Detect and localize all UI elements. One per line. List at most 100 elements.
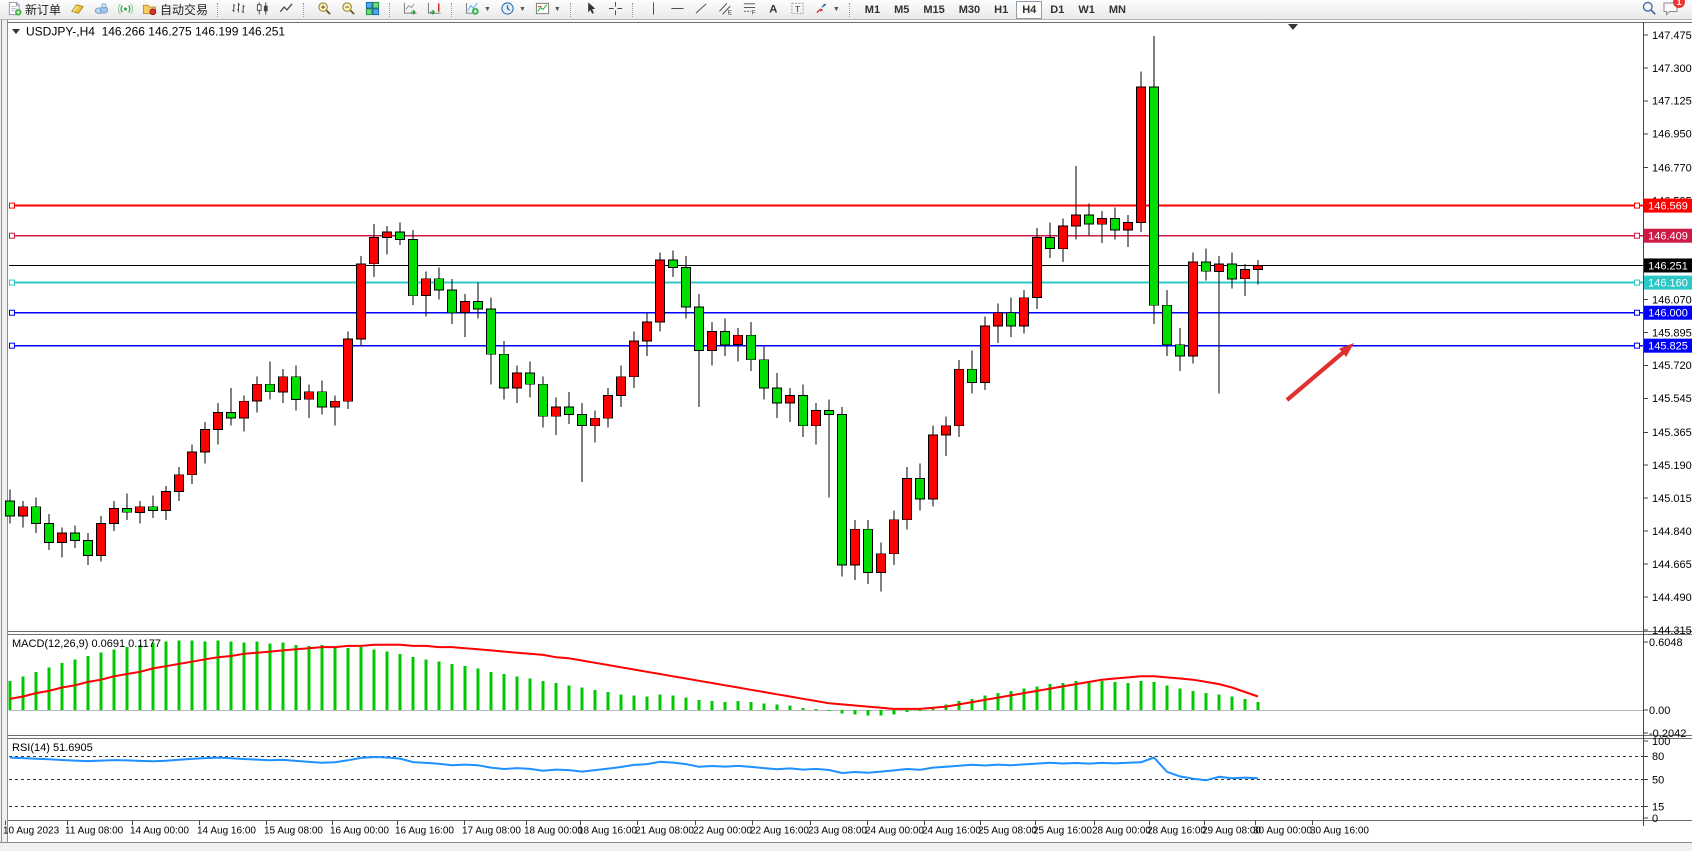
timeframe-button-w1[interactable]: W1 xyxy=(1072,1,1101,19)
templates-icon xyxy=(535,1,550,19)
autotrading-button[interactable]: 自动交易 xyxy=(138,0,212,20)
timeframe-toolbar: M1M5M15M30H1H4D1W1MN xyxy=(859,1,1132,19)
timeframe-button-h1[interactable]: H1 xyxy=(988,1,1014,19)
metaeditor-button[interactable] xyxy=(66,0,89,20)
text-tool-button[interactable]: A xyxy=(762,0,785,20)
chart-header[interactable]: USDJPY-,H4 146.266 146.275 146.199 146.2… xyxy=(12,25,285,39)
svg-text:14 Aug 16:00: 14 Aug 16:00 xyxy=(197,826,256,837)
chart-shift-button[interactable] xyxy=(423,0,446,20)
svg-text:144.840: 144.840 xyxy=(1652,526,1692,538)
svg-text:25 Aug 08:00: 25 Aug 08:00 xyxy=(978,826,1037,837)
svg-text:17 Aug 08:00: 17 Aug 08:00 xyxy=(462,826,521,837)
svg-text:A: A xyxy=(769,3,777,15)
svg-text:145.895: 145.895 xyxy=(1652,327,1692,339)
notifications-button[interactable]: 1 xyxy=(1662,0,1679,19)
timeframe-button-h4[interactable]: H4 xyxy=(1016,1,1042,19)
cursor-icon xyxy=(584,1,599,19)
new-order-label: 新订单 xyxy=(25,1,61,18)
mql5-community-button[interactable] xyxy=(90,0,113,20)
zoom-out-button[interactable] xyxy=(337,0,360,20)
svg-text:28 Aug 00:00: 28 Aug 00:00 xyxy=(1092,826,1151,837)
svg-text:146.569: 146.569 xyxy=(1648,200,1688,212)
svg-text:E: E xyxy=(728,9,732,15)
vertical-line-icon xyxy=(646,1,661,19)
notification-badge: 1 xyxy=(1673,0,1685,8)
new-order-button[interactable]: 新订单 xyxy=(3,0,65,20)
svg-text:0.6048: 0.6048 xyxy=(1649,637,1683,649)
svg-text:145.190: 145.190 xyxy=(1652,460,1692,472)
svg-text:145.825: 145.825 xyxy=(1648,341,1688,353)
svg-text:100: 100 xyxy=(1652,736,1670,748)
tile-windows-icon xyxy=(365,1,380,19)
svg-text:146.251: 146.251 xyxy=(1648,260,1688,272)
indicators-icon xyxy=(465,1,480,19)
vertical-line-tool-button[interactable] xyxy=(642,0,665,20)
trendline-tool-button[interactable] xyxy=(690,0,713,20)
svg-text:22 Aug 16:00: 22 Aug 16:00 xyxy=(750,826,809,837)
svg-text:145.545: 145.545 xyxy=(1652,393,1692,405)
svg-text:21 Aug 08:00: 21 Aug 08:00 xyxy=(635,826,694,837)
horizontal-line-icon xyxy=(670,1,685,19)
bar-chart-button[interactable] xyxy=(227,0,250,20)
chart-shift-icon xyxy=(427,1,442,19)
svg-text:146.409: 146.409 xyxy=(1648,231,1688,243)
signal-waves-icon xyxy=(118,1,133,19)
svg-text:23 Aug 08:00: 23 Aug 08:00 xyxy=(808,826,867,837)
toolbar-separator xyxy=(451,3,456,17)
svg-text:10 Aug 2023: 10 Aug 2023 xyxy=(3,826,60,837)
horizontal-line-tool-button[interactable] xyxy=(666,0,689,20)
timeframe-button-mn[interactable]: MN xyxy=(1103,1,1132,19)
svg-text:146.070: 146.070 xyxy=(1652,294,1692,306)
cloud-icon xyxy=(94,1,109,19)
gold-gem-icon xyxy=(70,1,85,19)
toolbar-separator xyxy=(570,3,575,17)
svg-text:144.665: 144.665 xyxy=(1652,559,1692,571)
timeframe-button-m30[interactable]: M30 xyxy=(953,1,986,19)
svg-text:144.315: 144.315 xyxy=(1652,625,1692,637)
svg-text:144.490: 144.490 xyxy=(1652,592,1692,604)
crosshair-button[interactable] xyxy=(604,0,627,20)
search-button[interactable] xyxy=(1637,0,1661,20)
svg-text:147.125: 147.125 xyxy=(1652,96,1692,108)
clock-icon xyxy=(500,1,515,19)
timeframe-button-m15[interactable]: M15 xyxy=(917,1,950,19)
timeframe-button-m1[interactable]: M1 xyxy=(859,1,886,19)
templates-button[interactable]: ▼ xyxy=(531,0,565,20)
tile-windows-button[interactable] xyxy=(361,0,384,20)
periods-button[interactable]: ▼ xyxy=(496,0,530,20)
fibonacci-tool-button[interactable]: F xyxy=(738,0,761,20)
rsi-label: RSI(14) 51.6905 xyxy=(12,742,93,754)
cursor-button[interactable] xyxy=(580,0,603,20)
channel-tool-button[interactable]: E xyxy=(714,0,737,20)
auto-scroll-button[interactable] xyxy=(399,0,422,20)
timeframe-button-m5[interactable]: M5 xyxy=(888,1,915,19)
chart-canvas[interactable]: 147.475147.300147.125146.950146.770146.5… xyxy=(0,20,1692,851)
svg-text:145.720: 145.720 xyxy=(1652,360,1692,372)
svg-text:22 Aug 00:00: 22 Aug 00:00 xyxy=(693,826,752,837)
chevron-down-icon: ▼ xyxy=(833,6,840,13)
text-label-tool-button[interactable]: T xyxy=(786,0,809,20)
toolbar-separator xyxy=(632,3,637,17)
svg-text:146.770: 146.770 xyxy=(1652,163,1692,175)
svg-text:146.000: 146.000 xyxy=(1648,308,1688,320)
arrows-tool-button[interactable]: ▼ xyxy=(810,0,844,20)
zoom-out-icon xyxy=(341,1,356,19)
line-chart-button[interactable] xyxy=(275,0,298,20)
svg-text:0: 0 xyxy=(1652,813,1658,825)
svg-text:T: T xyxy=(795,4,800,14)
svg-text:USDJPY-,H4 146.266 146.275 14: USDJPY-,H4 146.266 146.275 146.199 146.2… xyxy=(26,25,285,39)
timeframe-button-d1[interactable]: D1 xyxy=(1044,1,1070,19)
svg-text:14 Aug 00:00: 14 Aug 00:00 xyxy=(130,826,189,837)
signals-button[interactable] xyxy=(114,0,137,20)
svg-text:18 Aug 00:00: 18 Aug 00:00 xyxy=(524,826,583,837)
svg-text:18 Aug 16:00: 18 Aug 16:00 xyxy=(578,826,637,837)
candlestick-chart-button[interactable] xyxy=(251,0,274,20)
indicators-button[interactable]: ▼ xyxy=(461,0,495,20)
zoom-in-button[interactable] xyxy=(313,0,336,20)
arrows-icon xyxy=(814,1,829,19)
search-icon xyxy=(1641,0,1657,19)
svg-text:24 Aug 00:00: 24 Aug 00:00 xyxy=(865,826,924,837)
crosshair-icon xyxy=(608,1,623,19)
zoom-in-icon xyxy=(317,1,332,19)
autotrading-label: 自动交易 xyxy=(160,1,208,18)
